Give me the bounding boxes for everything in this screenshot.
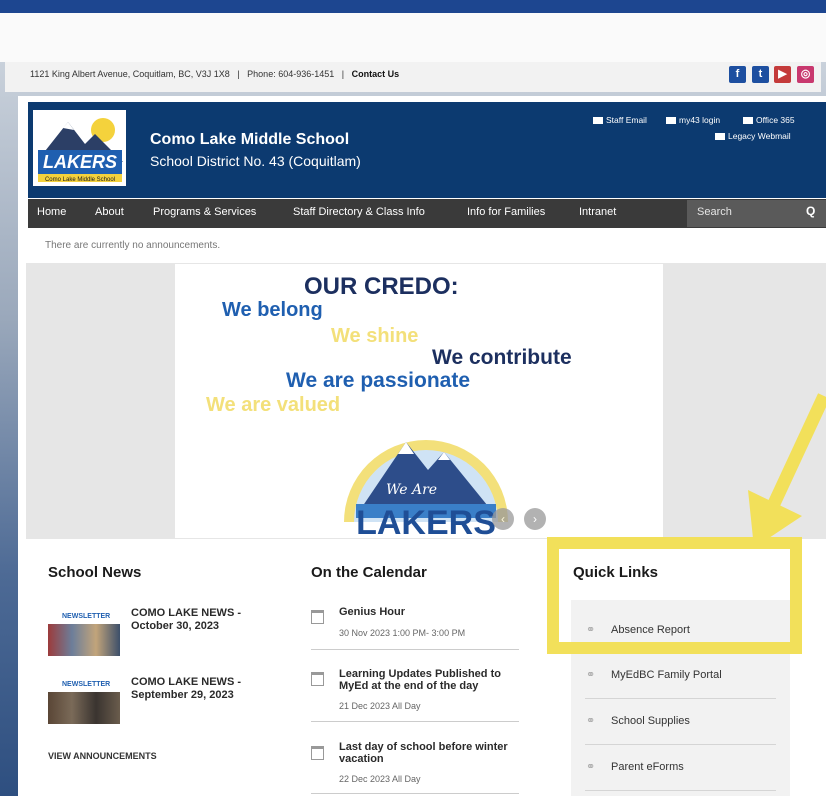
credo-line: We contribute — [432, 346, 572, 369]
slider-next-button[interactable]: › — [524, 508, 546, 530]
staff-email-label: Staff Email — [606, 115, 647, 125]
calendar-icon — [311, 672, 324, 686]
svg-text:We Are: We Are — [386, 482, 437, 498]
newsletter-label: NEWSLETTER — [48, 610, 120, 624]
event-date: 30 Nov 2023 1:00 PM- 3:00 PM — [339, 628, 466, 638]
nav-home[interactable]: Home — [37, 206, 66, 218]
event-title[interactable]: Learning Updates Published to MyEd at th… — [339, 668, 529, 692]
divider — [311, 793, 519, 794]
credo-line: We belong — [222, 299, 323, 321]
office365-link[interactable]: Office 365 — [743, 115, 795, 125]
nav-about[interactable]: About — [95, 206, 124, 218]
news-item-title[interactable]: COMO LAKE NEWS - October 30, 2023 — [131, 607, 281, 633]
calendar-icon — [311, 610, 324, 624]
staff-email-link[interactable]: Staff Email — [593, 115, 647, 125]
quick-link-label: School Supplies — [611, 715, 690, 727]
quick-link-label: Parent eForms — [611, 761, 684, 773]
link-icon: ⚭ — [586, 715, 596, 727]
newsletter-label: NEWSLETTER — [48, 678, 120, 692]
contact-us-link[interactable]: Contact Us — [352, 69, 400, 79]
highlight-arrow-icon — [748, 393, 826, 548]
quick-link-label: MyEdBC Family Portal — [611, 669, 722, 681]
twitter-icon[interactable]: t — [752, 66, 769, 83]
credo-line: We are valued — [206, 394, 341, 416]
event-title[interactable]: Last day of school before winter vacatio… — [339, 741, 529, 765]
slider-prev-button[interactable]: ‹ — [492, 508, 514, 530]
news-thumbnail[interactable]: NEWSLETTER — [48, 678, 120, 724]
square-icon — [666, 117, 676, 125]
youtube-icon[interactable]: ▶ — [774, 66, 791, 83]
separator: | — [237, 69, 240, 79]
credo-line: We shine — [331, 325, 419, 347]
link-icon: ⚭ — [586, 761, 596, 773]
my43-login-label: my43 login — [679, 115, 721, 125]
credo-line: We are passionate — [286, 369, 471, 392]
school-phone: Phone: 604-936-1451 — [247, 69, 335, 79]
nav-intranet[interactable]: Intranet — [579, 206, 616, 218]
office365-label: Office 365 — [756, 115, 795, 125]
svg-text:LAKERS: LAKERS — [356, 504, 496, 538]
nav-staff-directory[interactable]: Staff Directory & Class Info — [293, 206, 425, 218]
view-announcements-link[interactable]: VIEW ANNOUNCEMENTS — [48, 751, 157, 761]
quick-link-parent-eforms[interactable]: ⚭ Parent eForms — [571, 745, 790, 789]
separator: | — [341, 69, 345, 79]
nav-programs[interactable]: Programs & Services — [153, 206, 256, 218]
top-accent-bar — [0, 0, 826, 13]
calendar-heading: On the Calendar — [311, 564, 427, 581]
mail-icon — [593, 117, 603, 125]
school-name[interactable]: Como Lake Middle School — [150, 131, 349, 149]
search-placeholder: Search — [697, 206, 732, 218]
facebook-icon[interactable]: f — [729, 66, 746, 83]
event-title[interactable]: Genius Hour — [339, 606, 529, 618]
quick-link-school-supplies[interactable]: ⚭ School Supplies — [571, 699, 790, 743]
divider — [585, 790, 776, 791]
quick-link-myedbc[interactable]: ⚭ MyEdBC Family Portal — [571, 653, 790, 697]
news-item-title[interactable]: COMO LAKE NEWS - September 29, 2023 — [131, 676, 281, 702]
event-date: 22 Dec 2023 All Day — [339, 774, 421, 784]
search-icon[interactable]: Q — [806, 204, 815, 218]
my43-login-link[interactable]: my43 login — [666, 115, 720, 125]
school-district: School District No. 43 (Coquitlam) — [150, 153, 361, 169]
credo-heading: OUR CREDO: — [304, 273, 459, 300]
announcement-text: There are currently no announcements. — [45, 240, 221, 251]
link-icon: ⚭ — [586, 669, 596, 681]
we-are-lakers-badge: We Are LAKERS — [344, 440, 508, 538]
instagram-icon[interactable]: ◎ — [797, 66, 814, 83]
legacy-webmail-link[interactable]: Legacy Webmail — [715, 131, 791, 141]
lakers-logo-icon: LAKERS Como Lake Middle School — [38, 118, 123, 183]
mail-icon — [715, 133, 725, 141]
divider — [311, 649, 519, 650]
nav-info-families[interactable]: Info for Families — [467, 206, 545, 218]
school-news-heading: School News — [48, 564, 142, 581]
news-thumbnail[interactable]: NEWSLETTER — [48, 610, 120, 656]
utility-info: 1121 King Albert Avenue, Coquitlam, BC, … — [30, 69, 399, 79]
school-address: 1121 King Albert Avenue, Coquitlam, BC, … — [30, 69, 230, 79]
svg-text:Como Lake Middle School: Como Lake Middle School — [45, 177, 115, 183]
school-logo[interactable]: LAKERS Como Lake Middle School — [33, 110, 126, 186]
event-date: 21 Dec 2023 All Day — [339, 701, 421, 711]
svg-text:LAKERS: LAKERS — [43, 152, 117, 172]
square-icon — [743, 117, 753, 125]
divider — [311, 721, 519, 722]
legacy-webmail-label: Legacy Webmail — [728, 131, 791, 141]
calendar-icon — [311, 746, 324, 760]
